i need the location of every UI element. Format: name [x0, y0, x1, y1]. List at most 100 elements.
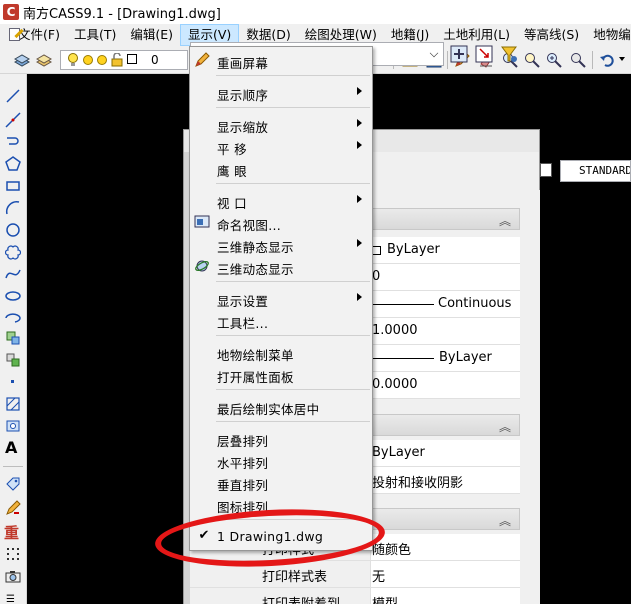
prop-thickness-value: 0.0000 — [372, 377, 418, 392]
menu-land-use[interactable]: 土地利用(L) — [436, 24, 517, 46]
make-block-icon[interactable] — [5, 352, 21, 368]
layer-combo[interactable]: 0 — [60, 50, 188, 70]
undo-icon[interactable] — [599, 52, 615, 68]
menu-item-display-settings[interactable]: 显示设置 — [191, 287, 371, 309]
prop-material-value: ByLayer — [372, 445, 425, 460]
lineweight-sample — [372, 358, 434, 359]
text-style-icon[interactable] — [540, 163, 552, 177]
menu-item-named-views[interactable]: 命名视图... — [191, 211, 371, 233]
construction-line-icon[interactable] — [5, 112, 21, 128]
linetype-sample — [372, 304, 434, 305]
sun-icon — [83, 55, 93, 65]
app-window: C 南方CASS9.1 - [Drawing1.dwg] 文件(F) 工具(T)… — [0, 0, 631, 604]
dotted-grid-icon[interactable] — [5, 546, 21, 562]
menu-item-tile-horizontal[interactable]: 水平排列 — [191, 449, 371, 471]
menu-item-3d-orbit[interactable]: 三维动态显示 — [191, 255, 371, 277]
layer-state-icon[interactable] — [36, 52, 52, 68]
layer-manager-icon[interactable] — [14, 52, 30, 68]
tag-tool-icon[interactable] — [5, 476, 21, 492]
menu-item-feature-draw-menu[interactable]: 地物绘制菜单 — [191, 341, 371, 363]
chevron-down-icon — [429, 48, 439, 58]
menu-item-display-order[interactable]: 显示顺序 — [191, 81, 371, 103]
menu-item-viewports[interactable]: 视 口 — [191, 189, 371, 211]
zoom-previous-icon[interactable] — [546, 52, 562, 68]
polygon-icon[interactable] — [5, 156, 21, 172]
menu-item-tile-vertical[interactable]: 垂直排列 — [191, 471, 371, 493]
prop-shadow-value: 投射和接收阴影 — [372, 476, 464, 491]
menu-feature-edit[interactable]: 地物编 — [586, 24, 631, 46]
menu-item-center-last-entity[interactable]: 最后绘制实体居中 — [191, 395, 371, 417]
rectangle-icon[interactable] — [5, 178, 21, 194]
menu-item-redraw[interactable]: 重画屏幕 — [191, 49, 371, 71]
menu-item-3d-static[interactable]: 三维静态显示 — [191, 233, 371, 255]
menu-item-pan[interactable]: 平 移 — [191, 135, 371, 157]
select-objects-icon[interactable] — [474, 44, 494, 64]
submenu-arrow-icon — [357, 141, 362, 149]
redraw-feature-icon[interactable]: 重 — [4, 522, 19, 543]
camera-icon[interactable] — [5, 568, 21, 584]
menu-item-label: 显示设置 — [217, 294, 269, 309]
color-swatch — [372, 246, 381, 255]
menu-item-toolbars[interactable]: 工具栏... — [191, 309, 371, 331]
region-icon[interactable] — [5, 418, 21, 434]
hatch-icon[interactable] — [5, 396, 21, 412]
prop-linetype-value: Continuous — [438, 296, 512, 311]
orbit-icon — [195, 260, 209, 272]
prop-lineweight-value: ByLayer — [439, 350, 492, 365]
draw-toolbar: A 重 ☰ — [0, 74, 27, 604]
menu-edit[interactable]: 编辑(E) — [123, 24, 180, 46]
undo-dropdown-icon[interactable] — [619, 57, 625, 61]
more-tools-icon[interactable]: ☰ — [6, 594, 15, 604]
polyline-icon[interactable] — [5, 134, 21, 150]
menu-contour[interactable]: 等高线(S) — [517, 24, 586, 46]
prop-linetype-scale-value: 1.0000 — [372, 323, 418, 338]
menu-item-label: 三维动态显示 — [217, 262, 294, 277]
menu-item-label: 水平排列 — [217, 456, 269, 471]
pencil-icon — [195, 52, 210, 67]
menu-item-label: 命名视图... — [217, 218, 282, 233]
circle-icon[interactable] — [5, 222, 21, 238]
prop-plot-style-table-label: 打印样式表 — [262, 570, 328, 585]
insert-block-icon[interactable] — [5, 330, 21, 346]
revision-cloud-icon[interactable] — [5, 244, 21, 260]
feature-pencil-icon[interactable] — [5, 500, 21, 516]
prop-plot-table-attached-value: 模型 — [372, 593, 398, 604]
point-icon[interactable] — [11, 380, 14, 383]
prop-row-plot-table-attached[interactable]: 打印表附着到 模型 — [190, 588, 520, 604]
text-style-combo[interactable]: STANDARD — [560, 160, 631, 182]
menu-item-label: 平 移 — [217, 142, 247, 157]
ellipse-arc-icon[interactable] — [5, 310, 21, 326]
menu-item-cascade[interactable]: 层叠排列 — [191, 427, 371, 449]
window-title: 南方CASS9.1 - [Drawing1.dwg] — [23, 6, 221, 22]
layer-color-swatch — [127, 54, 137, 64]
line-icon[interactable] — [5, 88, 21, 104]
title-bar: C 南方CASS9.1 - [Drawing1.dwg] — [0, 0, 631, 24]
menu-item-label: 工具栏... — [217, 316, 269, 331]
menu-item-label: 视 口 — [217, 196, 247, 211]
menu-item-zoom[interactable]: 显示缩放 — [191, 113, 371, 135]
submenu-arrow-icon — [357, 239, 362, 247]
prop-color-value: ByLayer — [387, 242, 440, 257]
menu-item-label: 打开属性面板 — [217, 370, 294, 385]
arc-icon[interactable] — [5, 200, 21, 216]
palette-scrollbar[interactable] — [520, 190, 540, 604]
multiline-text-icon[interactable]: A — [5, 438, 17, 457]
ellipse-icon[interactable] — [5, 288, 21, 304]
submenu-arrow-icon — [357, 195, 362, 203]
menu-item-label: 垂直排列 — [217, 478, 269, 493]
menu-item-label: 重画屏幕 — [217, 56, 269, 71]
app-logo-icon: C — [3, 4, 19, 20]
prop-plot-table-attached-label: 打印表附着到 — [262, 593, 340, 604]
zoom-window-icon[interactable] — [524, 52, 540, 68]
toggle-pickadd-icon[interactable] — [449, 44, 469, 64]
lightbulb-icon — [68, 53, 78, 66]
zoom-extents-icon[interactable] — [570, 52, 586, 68]
menu-item-aerial-view[interactable]: 鹰 眼 — [191, 157, 371, 179]
prop-plot-style-table-value: 无 — [372, 570, 386, 585]
display-menu-dropdown: 重画屏幕 显示顺序 显示缩放 平 移 鹰 眼 视 口 命名视图... 三维静态显… — [189, 46, 373, 551]
spline-icon[interactable] — [5, 266, 21, 282]
menu-tools[interactable]: 工具(T) — [67, 24, 123, 46]
prop-layer-value: 0 — [372, 269, 381, 284]
quick-select-icon[interactable] — [499, 44, 519, 64]
menu-item-open-properties[interactable]: 打开属性面板 — [191, 363, 371, 385]
